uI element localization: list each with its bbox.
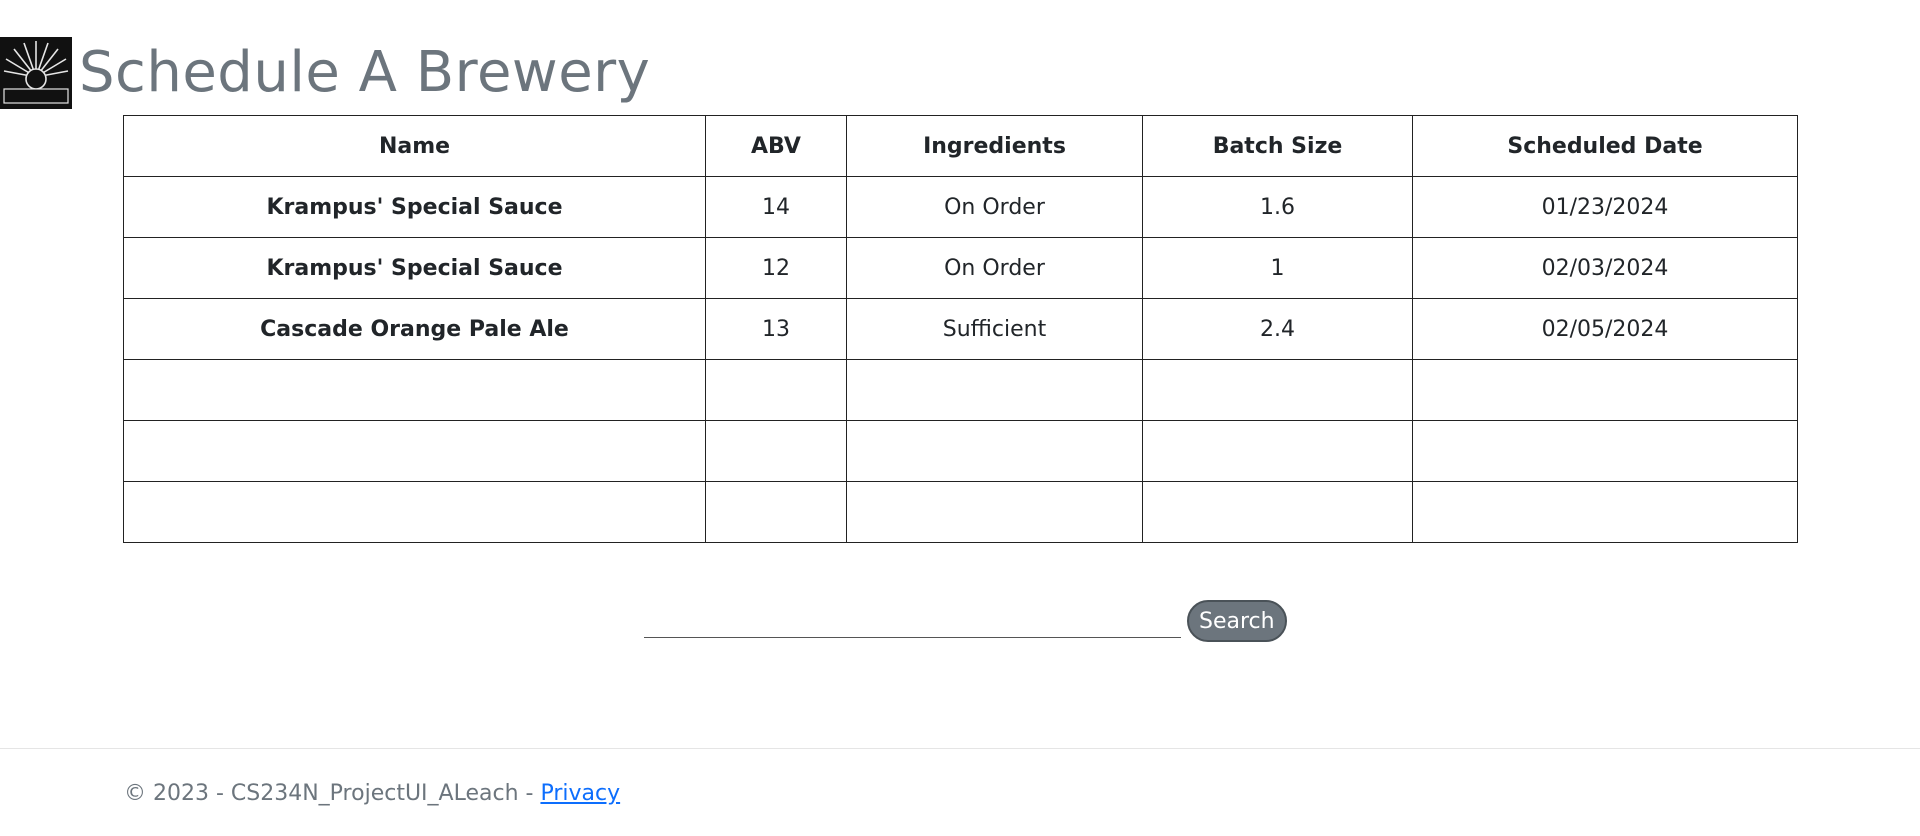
cell-scheduled-date (1412, 420, 1798, 482)
privacy-link[interactable]: Privacy (540, 781, 620, 806)
cell-ingredients (846, 481, 1143, 543)
cell-batch-size: 2.4 (1142, 298, 1413, 360)
cell-batch-size (1142, 359, 1413, 421)
column-header-name: Name (123, 115, 706, 177)
cell-name (123, 481, 706, 543)
page-footer: © 2023 - CS234N_ProjectUI_ALeach - Priva… (0, 748, 1920, 836)
brewery-logo (0, 37, 72, 109)
cell-ingredients: On Order (846, 237, 1143, 299)
logo-icon (0, 37, 72, 109)
footer-text: © 2023 - CS234N_ProjectUI_ALeach - Priva… (124, 781, 620, 806)
cell-batch-size: 1 (1142, 237, 1413, 299)
column-header-ingredients: Ingredients (846, 115, 1143, 177)
column-header-scheduled-date: Scheduled Date (1412, 115, 1798, 177)
column-header-abv: ABV (705, 115, 847, 177)
cell-ingredients: On Order (846, 176, 1143, 238)
cell-scheduled-date (1412, 359, 1798, 421)
brewery-schedule-table: Name ABV Ingredients Batch Size Schedule… (123, 115, 1798, 543)
search-bar: Search (644, 600, 1287, 642)
brewery-schedule-table-container: Name ABV Ingredients Batch Size Schedule… (123, 115, 1798, 543)
cell-abv (705, 420, 847, 482)
table-row (123, 481, 1798, 543)
page-title: Schedule A Brewery (79, 40, 651, 105)
page-header: Schedule A Brewery (0, 30, 650, 116)
table-row: Krampus' Special Sauce 14 On Order 1.6 0… (123, 176, 1798, 238)
cell-abv: 12 (705, 237, 847, 299)
cell-name (123, 359, 706, 421)
cell-scheduled-date: 01/23/2024 (1412, 176, 1798, 238)
table-row (123, 420, 1798, 482)
cell-ingredients (846, 359, 1143, 421)
cell-scheduled-date (1412, 481, 1798, 543)
cell-name: Krampus' Special Sauce (123, 176, 706, 238)
cell-ingredients (846, 420, 1143, 482)
cell-scheduled-date: 02/05/2024 (1412, 298, 1798, 360)
table-row (123, 359, 1798, 421)
cell-abv (705, 359, 847, 421)
page: Schedule A Brewery Name ABV Ingredients … (0, 0, 1920, 836)
cell-scheduled-date: 02/03/2024 (1412, 237, 1798, 299)
column-header-batch-size: Batch Size (1142, 115, 1413, 177)
cell-abv: 14 (705, 176, 847, 238)
cell-abv: 13 (705, 298, 847, 360)
search-button[interactable]: Search (1187, 600, 1287, 642)
search-input[interactable] (644, 604, 1181, 638)
cell-name: Cascade Orange Pale Ale (123, 298, 706, 360)
table-header-row: Name ABV Ingredients Batch Size Schedule… (123, 115, 1798, 177)
cell-name (123, 420, 706, 482)
cell-ingredients: Sufficient (846, 298, 1143, 360)
cell-batch-size (1142, 420, 1413, 482)
cell-batch-size: 1.6 (1142, 176, 1413, 238)
footer-copyright: © 2023 - CS234N_ProjectUI_ALeach - (124, 781, 541, 806)
cell-name: Krampus' Special Sauce (123, 237, 706, 299)
cell-abv (705, 481, 847, 543)
table-row: Krampus' Special Sauce 12 On Order 1 02/… (123, 237, 1798, 299)
cell-batch-size (1142, 481, 1413, 543)
table-row: Cascade Orange Pale Ale 13 Sufficient 2.… (123, 298, 1798, 360)
